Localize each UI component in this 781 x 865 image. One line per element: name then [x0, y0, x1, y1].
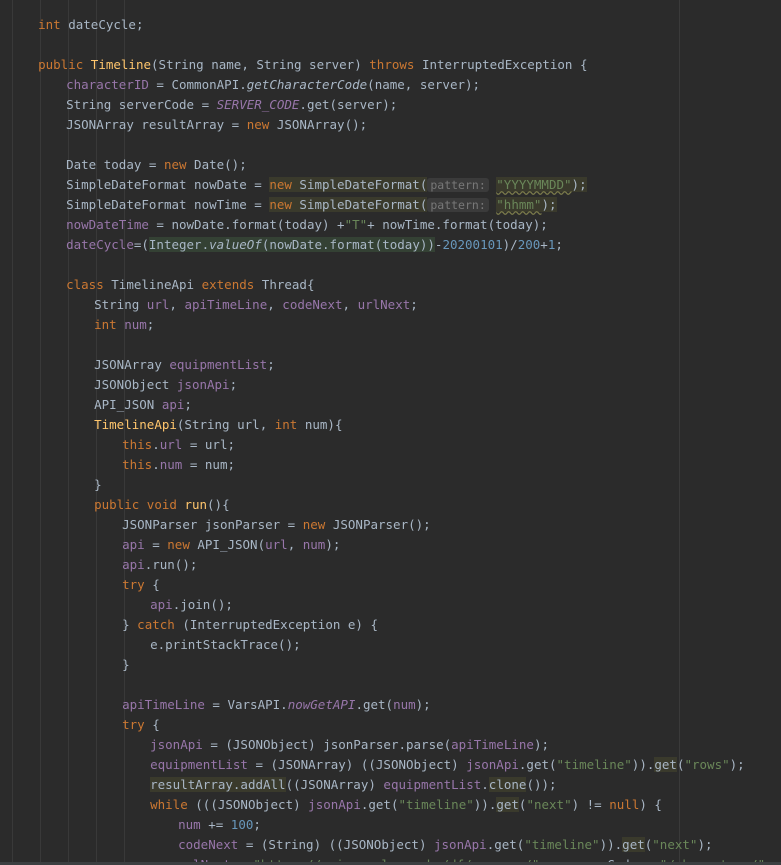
code-line[interactable]: Date today = new Date(); [36, 135, 781, 172]
code-token: num [124, 317, 147, 332]
code-token: + [540, 237, 548, 252]
code-token: int [94, 317, 117, 332]
code-line[interactable]: urlNext = "https://api.neople.co.kr/df/s… [148, 835, 781, 865]
code-line[interactable]: SimpleDateFormat nowDate = new SimpleDat… [36, 155, 781, 192]
code-token: dateCycle; [60, 17, 144, 32]
code-line[interactable]: try { [92, 695, 781, 732]
code-token: JSONArray resultArray = [66, 117, 247, 132]
code-token: =( [133, 237, 149, 252]
code-line[interactable]: this.url = url; [92, 415, 781, 452]
code-line[interactable]: } [64, 455, 781, 492]
code-line[interactable]: class TimelineApi extends Thread{ [36, 255, 781, 292]
indent-guide [12, 0, 13, 865]
code-token: int [38, 17, 61, 32]
code-line[interactable]: int dateCycle; [8, 0, 781, 32]
code-token: valueOf [209, 237, 262, 252]
code-line[interactable]: api.join(); [120, 575, 781, 612]
code-line[interactable]: } catch (InterruptedException e) { [92, 595, 781, 632]
code-token: )/ [502, 237, 518, 252]
code-token: new [246, 117, 270, 132]
code-token: (nowDate.format(today)) [261, 237, 435, 252]
code-token: 200 [517, 237, 541, 252]
code-line[interactable]: public void run(){ [64, 475, 781, 512]
code-line[interactable]: try { [92, 555, 781, 592]
code-token: Integer. [148, 237, 210, 252]
code-token: JSONArray(); [269, 117, 368, 132]
code-line[interactable]: jsonApi = (JSONObject) jsonParser.parse(… [120, 715, 781, 752]
code-line[interactable]: api = new API_JSON(url, num); [92, 515, 781, 552]
code-token: 20200101 [442, 237, 503, 252]
code-line[interactable]: API_JSON api; [64, 375, 781, 412]
code-line[interactable]: JSONArray resultArray = new JSONArray(); [36, 95, 781, 132]
code-line[interactable]: equipmentList = (JSONArray) ((JSONObject… [120, 735, 781, 772]
code-line[interactable]: JSONObject jsonApi; [64, 355, 781, 392]
code-line[interactable]: e.printStackTrace(); [120, 615, 781, 652]
code-line[interactable]: resultArray.addAll((JSONArray) equipment… [120, 755, 781, 792]
code-line[interactable]: characterID = CommonAPI.getCharacterCode… [36, 55, 781, 92]
code-line[interactable]: String serverCode = SERVER_CODE.get(serv… [36, 75, 781, 112]
code-line[interactable]: JSONArray equipmentList; [64, 335, 781, 372]
code-line[interactable]: JSONParser jsonParser = new JSONParser()… [92, 495, 781, 532]
code-line[interactable]: nowDateTime = nowDate.format(today) +"T"… [36, 195, 781, 232]
code-line[interactable]: } [92, 635, 781, 672]
code-line[interactable]: while (((JSONObject) jsonApi.get("timeli… [120, 775, 781, 812]
code-token: dateCycle [66, 237, 134, 252]
code-token: ; [555, 237, 563, 252]
code-line[interactable]: api.run(); [92, 535, 781, 572]
code-token: ; [146, 317, 155, 332]
code-editor[interactable]: int dateCycle; public Timeline(String na… [0, 0, 781, 865]
code-line[interactable]: this.num = num; [92, 435, 781, 472]
code-line[interactable]: int num; [64, 295, 781, 332]
code-token: } [122, 657, 130, 672]
code-line[interactable]: num += 100; [148, 795, 781, 832]
code-line[interactable]: codeNext = (String) ((JSONObject) jsonAp… [148, 815, 781, 852]
code-line[interactable]: apiTimeLine = VarsAPI.nowGetAPI.get(num)… [92, 675, 781, 712]
code-line[interactable]: public Timeline(String name, String serv… [8, 35, 781, 72]
code-line[interactable]: String url, apiTimeLine, codeNext, urlNe… [64, 275, 781, 312]
code-line[interactable]: TimelineApi(String url, int num){ [64, 395, 781, 432]
code-line[interactable]: SimpleDateFormat nowTime = new SimpleDat… [36, 175, 781, 212]
code-line[interactable]: dateCycle=(Integer.valueOf(nowDate.forma… [36, 215, 781, 252]
